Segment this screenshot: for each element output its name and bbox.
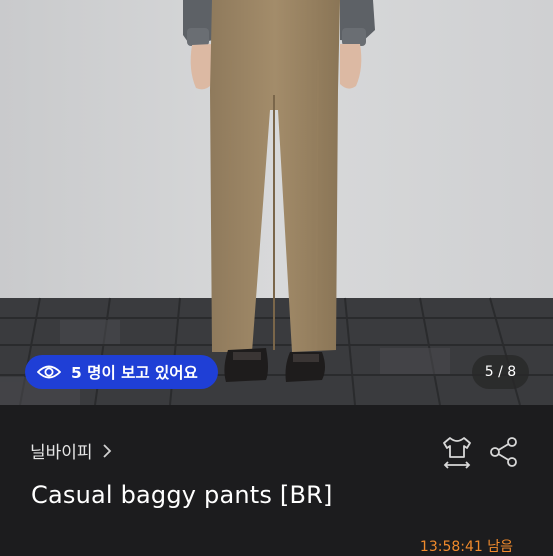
shop-name: 닐바이피 bbox=[30, 443, 93, 463]
shop-link[interactable]: 닐바이피 bbox=[30, 438, 113, 463]
time-remaining: 13:58:41 남음 bbox=[419, 539, 513, 555]
shirt-size-icon[interactable] bbox=[440, 435, 474, 471]
chevron-right-icon bbox=[102, 443, 111, 458]
product-info: 닐바이피 Casual baggy pants [BR] 13:58:41 남음 bbox=[0, 405, 553, 555]
product-image bbox=[0, 0, 553, 405]
share-icon[interactable] bbox=[487, 435, 521, 469]
image-counter: 5 / 8 bbox=[472, 355, 529, 389]
eye-icon bbox=[37, 365, 61, 379]
viewers-text: 5 명이 보고 있어요 bbox=[71, 364, 198, 382]
viewers-badge: 5 명이 보고 있어요 bbox=[25, 355, 218, 389]
product-photo[interactable]: 5 명이 보고 있어요 5 / 8 bbox=[0, 0, 553, 405]
product-title: Casual baggy pants [BR] bbox=[31, 481, 333, 509]
